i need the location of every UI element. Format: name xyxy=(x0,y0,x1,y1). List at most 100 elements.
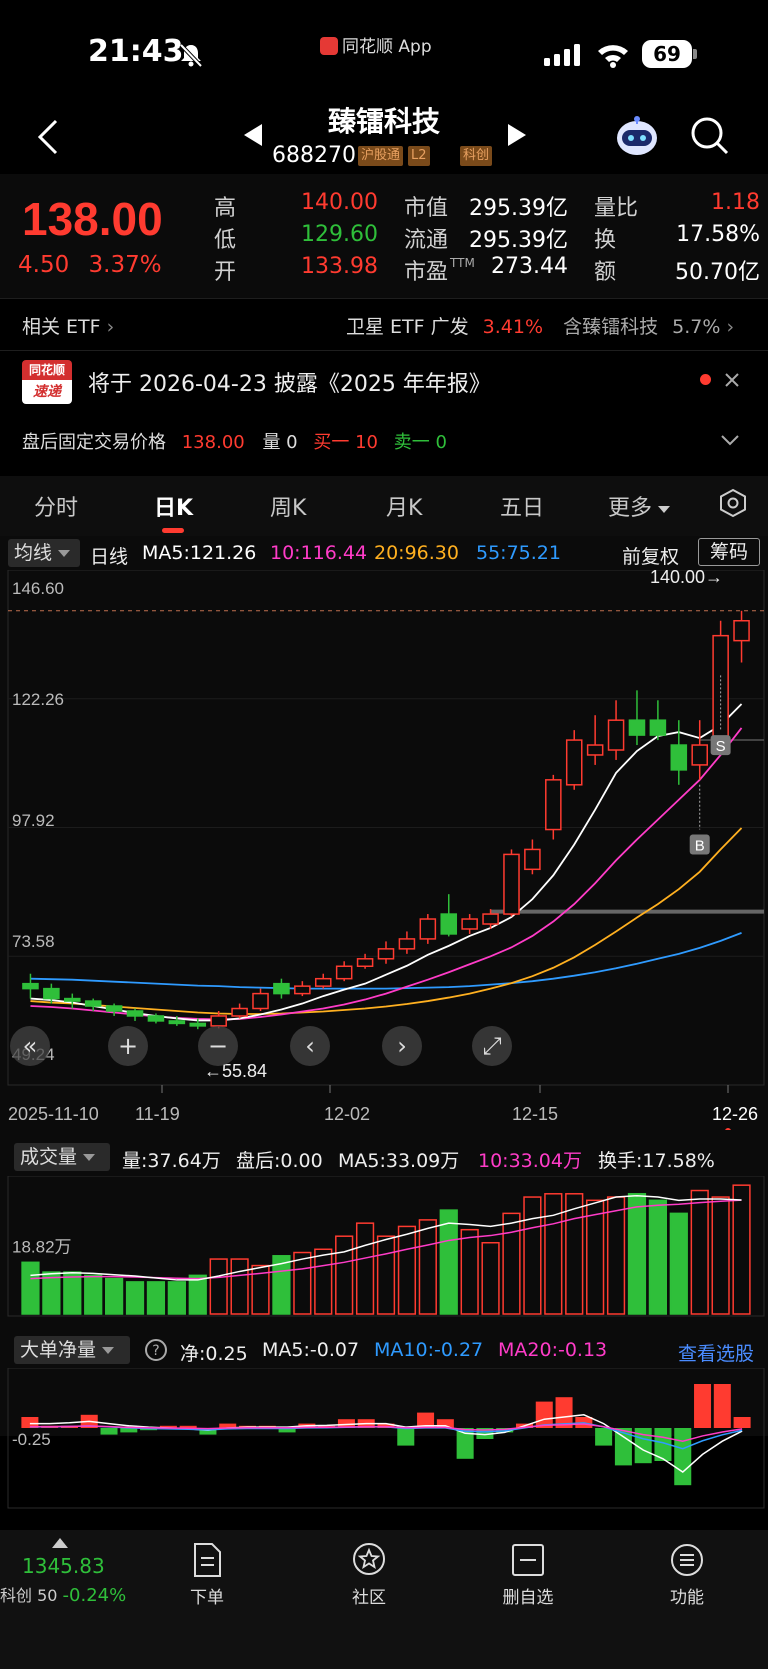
volume-bar xyxy=(502,1212,521,1315)
x-axis-label: 11-19 xyxy=(135,1104,180,1124)
adjust-mode-button[interactable]: 前复权 xyxy=(622,542,679,569)
bid-one: 买一 10 xyxy=(313,432,379,453)
nav-functions[interactable]: 功能 xyxy=(637,1542,737,1608)
community-star-icon xyxy=(353,1543,385,1575)
flow-bar xyxy=(674,1428,692,1486)
flow-bar xyxy=(595,1428,613,1446)
candle-body xyxy=(377,948,395,960)
rewind-icon-glyph: « xyxy=(23,1032,38,1060)
wifi-icon xyxy=(598,45,628,68)
volume-bar xyxy=(376,1235,396,1315)
tab-daily-k[interactable]: 日K xyxy=(154,490,193,522)
nav-order[interactable]: 下单 xyxy=(157,1542,257,1608)
quote-field-label: 市值 xyxy=(404,196,449,221)
volume-bar xyxy=(586,1199,605,1315)
volume-indicator-selector[interactable]: 成交量 xyxy=(14,1143,110,1171)
quote-field-value: 17.58% xyxy=(676,222,760,247)
tab-five-day[interactable]: 五日 xyxy=(500,490,544,522)
close-icon[interactable] xyxy=(724,372,740,388)
candle-body xyxy=(586,744,604,756)
volume-bar xyxy=(481,1241,500,1315)
search-icon[interactable] xyxy=(690,116,730,156)
period-label: 日线 xyxy=(90,546,129,568)
caret-down-icon xyxy=(658,506,671,513)
candle-body xyxy=(419,918,437,940)
flow-selector-label: 大单净量 xyxy=(20,1339,97,1361)
y-tick-label: 97.92 xyxy=(12,811,55,830)
turnover-rate: 换手:17.58% xyxy=(598,1150,715,1172)
mute-bell-icon xyxy=(179,43,203,68)
tab-intraday[interactable]: 分时 xyxy=(34,490,78,522)
volume-selector-label: 成交量 xyxy=(20,1146,78,1168)
quote-field-value: 50.70亿 xyxy=(675,260,760,285)
ai-robot-icon[interactable] xyxy=(612,114,662,158)
nav-remove-watchlist-label: 删自选 xyxy=(502,1588,554,1608)
candle-body xyxy=(335,965,353,980)
remove-watchlist-icon xyxy=(512,1544,544,1576)
y-tick-label: 73.58 xyxy=(12,932,55,951)
quote-field-label: 额 xyxy=(594,260,617,285)
nav-community[interactable]: 社区 xyxy=(319,1542,419,1608)
related-etf-link[interactable]: 相关 ETF › xyxy=(22,312,114,339)
kline-chart[interactable]: 146.60122.2697.9273.5849.24140.00→←55.84… xyxy=(0,570,768,1130)
indicator-selector[interactable]: 均线 xyxy=(8,539,80,567)
help-icon[interactable]: ? xyxy=(144,1338,168,1362)
flow-bar xyxy=(397,1428,415,1446)
volume-bar xyxy=(565,1193,584,1315)
candle-body xyxy=(545,779,562,831)
caret-up-icon[interactable] xyxy=(52,1538,68,1548)
ma10-line xyxy=(30,727,743,1021)
etf-holding-pct: 5.7% xyxy=(672,316,721,338)
tab-more[interactable]: 更多 xyxy=(608,490,671,522)
flow-bar xyxy=(733,1417,751,1428)
ask-one: 卖一 0 xyxy=(393,432,447,453)
y-tick-label: 146.60 xyxy=(12,579,64,598)
index-ticker[interactable]: 科创 50 -0.24% xyxy=(0,1582,126,1606)
previous-stock-icon[interactable] xyxy=(244,124,262,146)
svg-text:?: ? xyxy=(152,1343,159,1359)
tab-more-label: 更多 xyxy=(608,496,653,521)
volume-ma10: 10:33.04万 xyxy=(478,1150,582,1172)
volume-bar xyxy=(523,1196,542,1315)
candle-body xyxy=(524,848,541,871)
current-price: 138.00 xyxy=(22,193,163,245)
volume-bar xyxy=(188,1274,207,1315)
quote-field-label: 低 xyxy=(214,228,237,253)
flow-indicator-selector[interactable]: 大单净量 xyxy=(14,1336,130,1364)
quote-field-label: 量比 xyxy=(594,196,639,221)
announcement-text[interactable]: 将于 2026-04-23 披露《2025 年年报》 xyxy=(88,366,491,398)
x-axis-label: 12-02 xyxy=(324,1104,370,1124)
candle-body xyxy=(147,1015,165,1022)
big-order-chart[interactable]: -0.25 xyxy=(0,1368,768,1510)
nav-remove-watchlist[interactable]: 删自选 xyxy=(478,1542,578,1608)
tab-weekly-k[interactable]: 周K xyxy=(270,490,306,522)
flow-y-label: -0.25 xyxy=(12,1430,51,1449)
active-tab-indicator xyxy=(162,528,184,533)
today-dot xyxy=(725,1128,731,1130)
quote-field-label: 流通 xyxy=(404,228,449,253)
ma20-line xyxy=(30,827,743,1015)
volume-bar xyxy=(230,1258,249,1315)
etf-item[interactable]: 卫星 ETF 广发 3.41% 含臻镭科技 5.7% › xyxy=(346,312,734,339)
x-axis-label: 2025-11-10 xyxy=(8,1104,99,1124)
tab-monthly-k[interactable]: 月K xyxy=(386,490,422,522)
candle-body xyxy=(628,719,646,736)
chart-settings-icon[interactable] xyxy=(718,488,748,518)
flow-ma10: MA10:-0.27 xyxy=(374,1339,484,1361)
nav-community-label: 社区 xyxy=(352,1588,386,1608)
volume-chart[interactable]: 18.82万 xyxy=(0,1176,768,1320)
ma10-value: 10:116.44 xyxy=(270,542,368,564)
screen-stocks-link[interactable]: 查看选股 xyxy=(678,1339,754,1366)
nav-order-label: 下单 xyxy=(190,1588,224,1608)
ma55-value: 55:75.21 xyxy=(476,542,561,564)
etf-change: 3.41% xyxy=(482,316,544,338)
zoom-in-icon-glyph: + xyxy=(118,1032,138,1060)
volume-y-label: 18.82万 xyxy=(12,1238,72,1257)
cellular-signal-icon xyxy=(544,44,580,66)
next-stock-icon[interactable] xyxy=(508,124,526,146)
logo-top-text: 同花顺 xyxy=(22,360,72,380)
chevron-down-icon[interactable] xyxy=(720,434,740,446)
after-hours-volume: 盘后:0.00 xyxy=(236,1150,323,1172)
chips-button[interactable]: 筹码 xyxy=(698,538,760,566)
index-value[interactable]: 1345.83 xyxy=(22,1554,105,1578)
